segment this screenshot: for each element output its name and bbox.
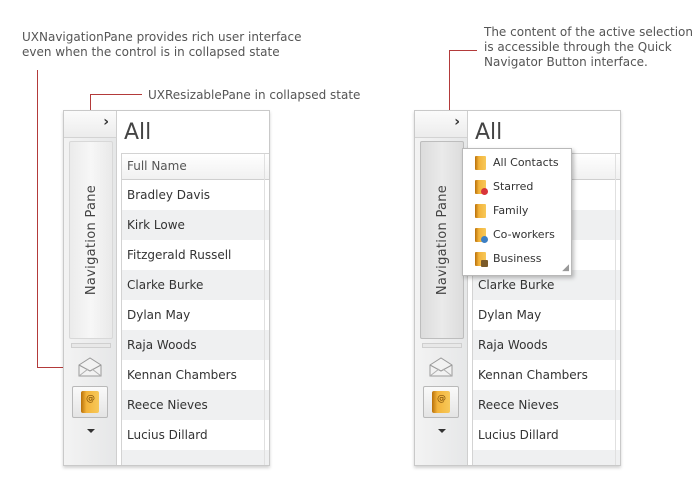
table-row[interactable]: Kirk Lowe bbox=[122, 210, 269, 240]
table-row[interactable]: Fitzgerald Russell bbox=[122, 240, 269, 270]
address-book-icon bbox=[432, 391, 450, 413]
contacts-book-icon bbox=[475, 156, 486, 170]
briefcase-icon bbox=[481, 260, 488, 267]
table-row[interactable]: Reece Nieves bbox=[122, 390, 269, 420]
grid-column-divider bbox=[264, 154, 265, 465]
right-navigation-control: › Navigation Pane All Clarke Burke Dylan… bbox=[414, 110, 621, 466]
navigation-pane-button[interactable]: Navigation Pane bbox=[69, 141, 113, 339]
leader-left-vertical bbox=[37, 70, 38, 368]
table-row[interactable]: Dylan May bbox=[473, 300, 620, 330]
column-header-full-name[interactable]: Full Name bbox=[122, 154, 269, 180]
navigation-pane-label: Navigation Pane bbox=[83, 184, 99, 296]
table-row-partial[interactable] bbox=[473, 450, 620, 465]
table-row-partial[interactable] bbox=[122, 450, 269, 465]
grid-column-divider bbox=[615, 154, 616, 465]
address-book-icon bbox=[81, 391, 99, 413]
pane-header: › bbox=[64, 111, 116, 138]
leader-right-horizontal bbox=[449, 50, 477, 51]
table-row[interactable]: Raja Woods bbox=[473, 330, 620, 360]
table-row[interactable]: Kennan Chambers bbox=[122, 360, 269, 390]
contacts-grid: Full Name Bradley Davis Kirk Lowe Fitzge… bbox=[121, 153, 269, 465]
right-top-annotation: The content of the active selection is a… bbox=[484, 25, 693, 70]
pane-header: › bbox=[415, 111, 467, 138]
contacts-book-icon bbox=[475, 204, 486, 218]
contacts-book-button[interactable] bbox=[423, 386, 459, 418]
table-row[interactable]: Lucius Dillard bbox=[473, 420, 620, 450]
expand-chevron-icon[interactable]: › bbox=[454, 114, 460, 130]
table-row[interactable]: Bradley Davis bbox=[122, 180, 269, 210]
resize-grip-icon[interactable]: ◢ bbox=[559, 263, 569, 273]
popup-item-label: Business bbox=[493, 252, 542, 265]
table-row[interactable]: Raja Woods bbox=[122, 330, 269, 360]
table-row[interactable]: Clarke Burke bbox=[122, 270, 269, 300]
navigation-pane-button[interactable]: Navigation Pane bbox=[420, 141, 464, 339]
popup-item-all-contacts[interactable]: All Contacts bbox=[463, 151, 571, 175]
collapsed-navigation-pane: › Navigation Pane bbox=[64, 111, 117, 465]
collapsed-navigation-pane: › Navigation Pane bbox=[415, 111, 468, 465]
splitter-handle[interactable] bbox=[422, 343, 462, 348]
column-header-label: Full Name bbox=[127, 159, 187, 173]
navigation-pane-label: Navigation Pane bbox=[434, 184, 450, 296]
chevron-down-icon[interactable] bbox=[438, 429, 446, 433]
left-mid-annotation: UXResizablePane in collapsed state bbox=[148, 88, 361, 102]
content-area: All Full Name Bradley Davis Kirk Lowe Fi… bbox=[117, 111, 269, 465]
table-row[interactable]: Reece Nieves bbox=[473, 390, 620, 420]
mail-icon[interactable] bbox=[429, 357, 453, 377]
popup-item-co-workers[interactable]: Co-workers bbox=[463, 223, 571, 247]
star-icon bbox=[481, 188, 488, 195]
expand-chevron-icon[interactable]: › bbox=[103, 114, 109, 130]
left-navigation-control: › Navigation Pane All Full Name Bradley … bbox=[63, 110, 270, 466]
annotation-line-1: UXNavigationPane provides rich user inte… bbox=[22, 30, 302, 44]
annotation-line-3: Navigator Button interface. bbox=[484, 55, 648, 69]
popup-item-label: Co-workers bbox=[493, 228, 555, 241]
popup-item-business[interactable]: Business bbox=[463, 247, 571, 271]
quick-navigator-popup: All Contacts Starred Family Co-workers B… bbox=[462, 148, 572, 276]
popup-item-starred[interactable]: Starred bbox=[463, 175, 571, 199]
people-icon bbox=[481, 236, 488, 243]
popup-item-label: Family bbox=[493, 204, 529, 217]
annotation-line-1: The content of the active selection bbox=[484, 25, 694, 39]
annotation-line-2: is accessible through the Quick bbox=[484, 40, 672, 54]
annotation-line-2: even when the control is in collapsed st… bbox=[22, 45, 280, 59]
popup-item-label: All Contacts bbox=[493, 156, 559, 169]
popup-item-label: Starred bbox=[493, 180, 534, 193]
popup-item-family[interactable]: Family bbox=[463, 199, 571, 223]
chevron-down-icon[interactable] bbox=[87, 429, 95, 433]
table-row[interactable]: Lucius Dillard bbox=[122, 420, 269, 450]
page-title: All bbox=[475, 120, 503, 145]
splitter-handle[interactable] bbox=[71, 343, 111, 348]
table-row[interactable]: Kennan Chambers bbox=[473, 360, 620, 390]
page-title: All bbox=[124, 120, 152, 145]
contacts-book-button[interactable] bbox=[72, 386, 108, 418]
left-top-annotation: UXNavigationPane provides rich user inte… bbox=[22, 30, 302, 60]
table-row[interactable]: Dylan May bbox=[122, 300, 269, 330]
mail-icon[interactable] bbox=[78, 357, 102, 377]
leader-mid-horizontal bbox=[90, 94, 142, 95]
